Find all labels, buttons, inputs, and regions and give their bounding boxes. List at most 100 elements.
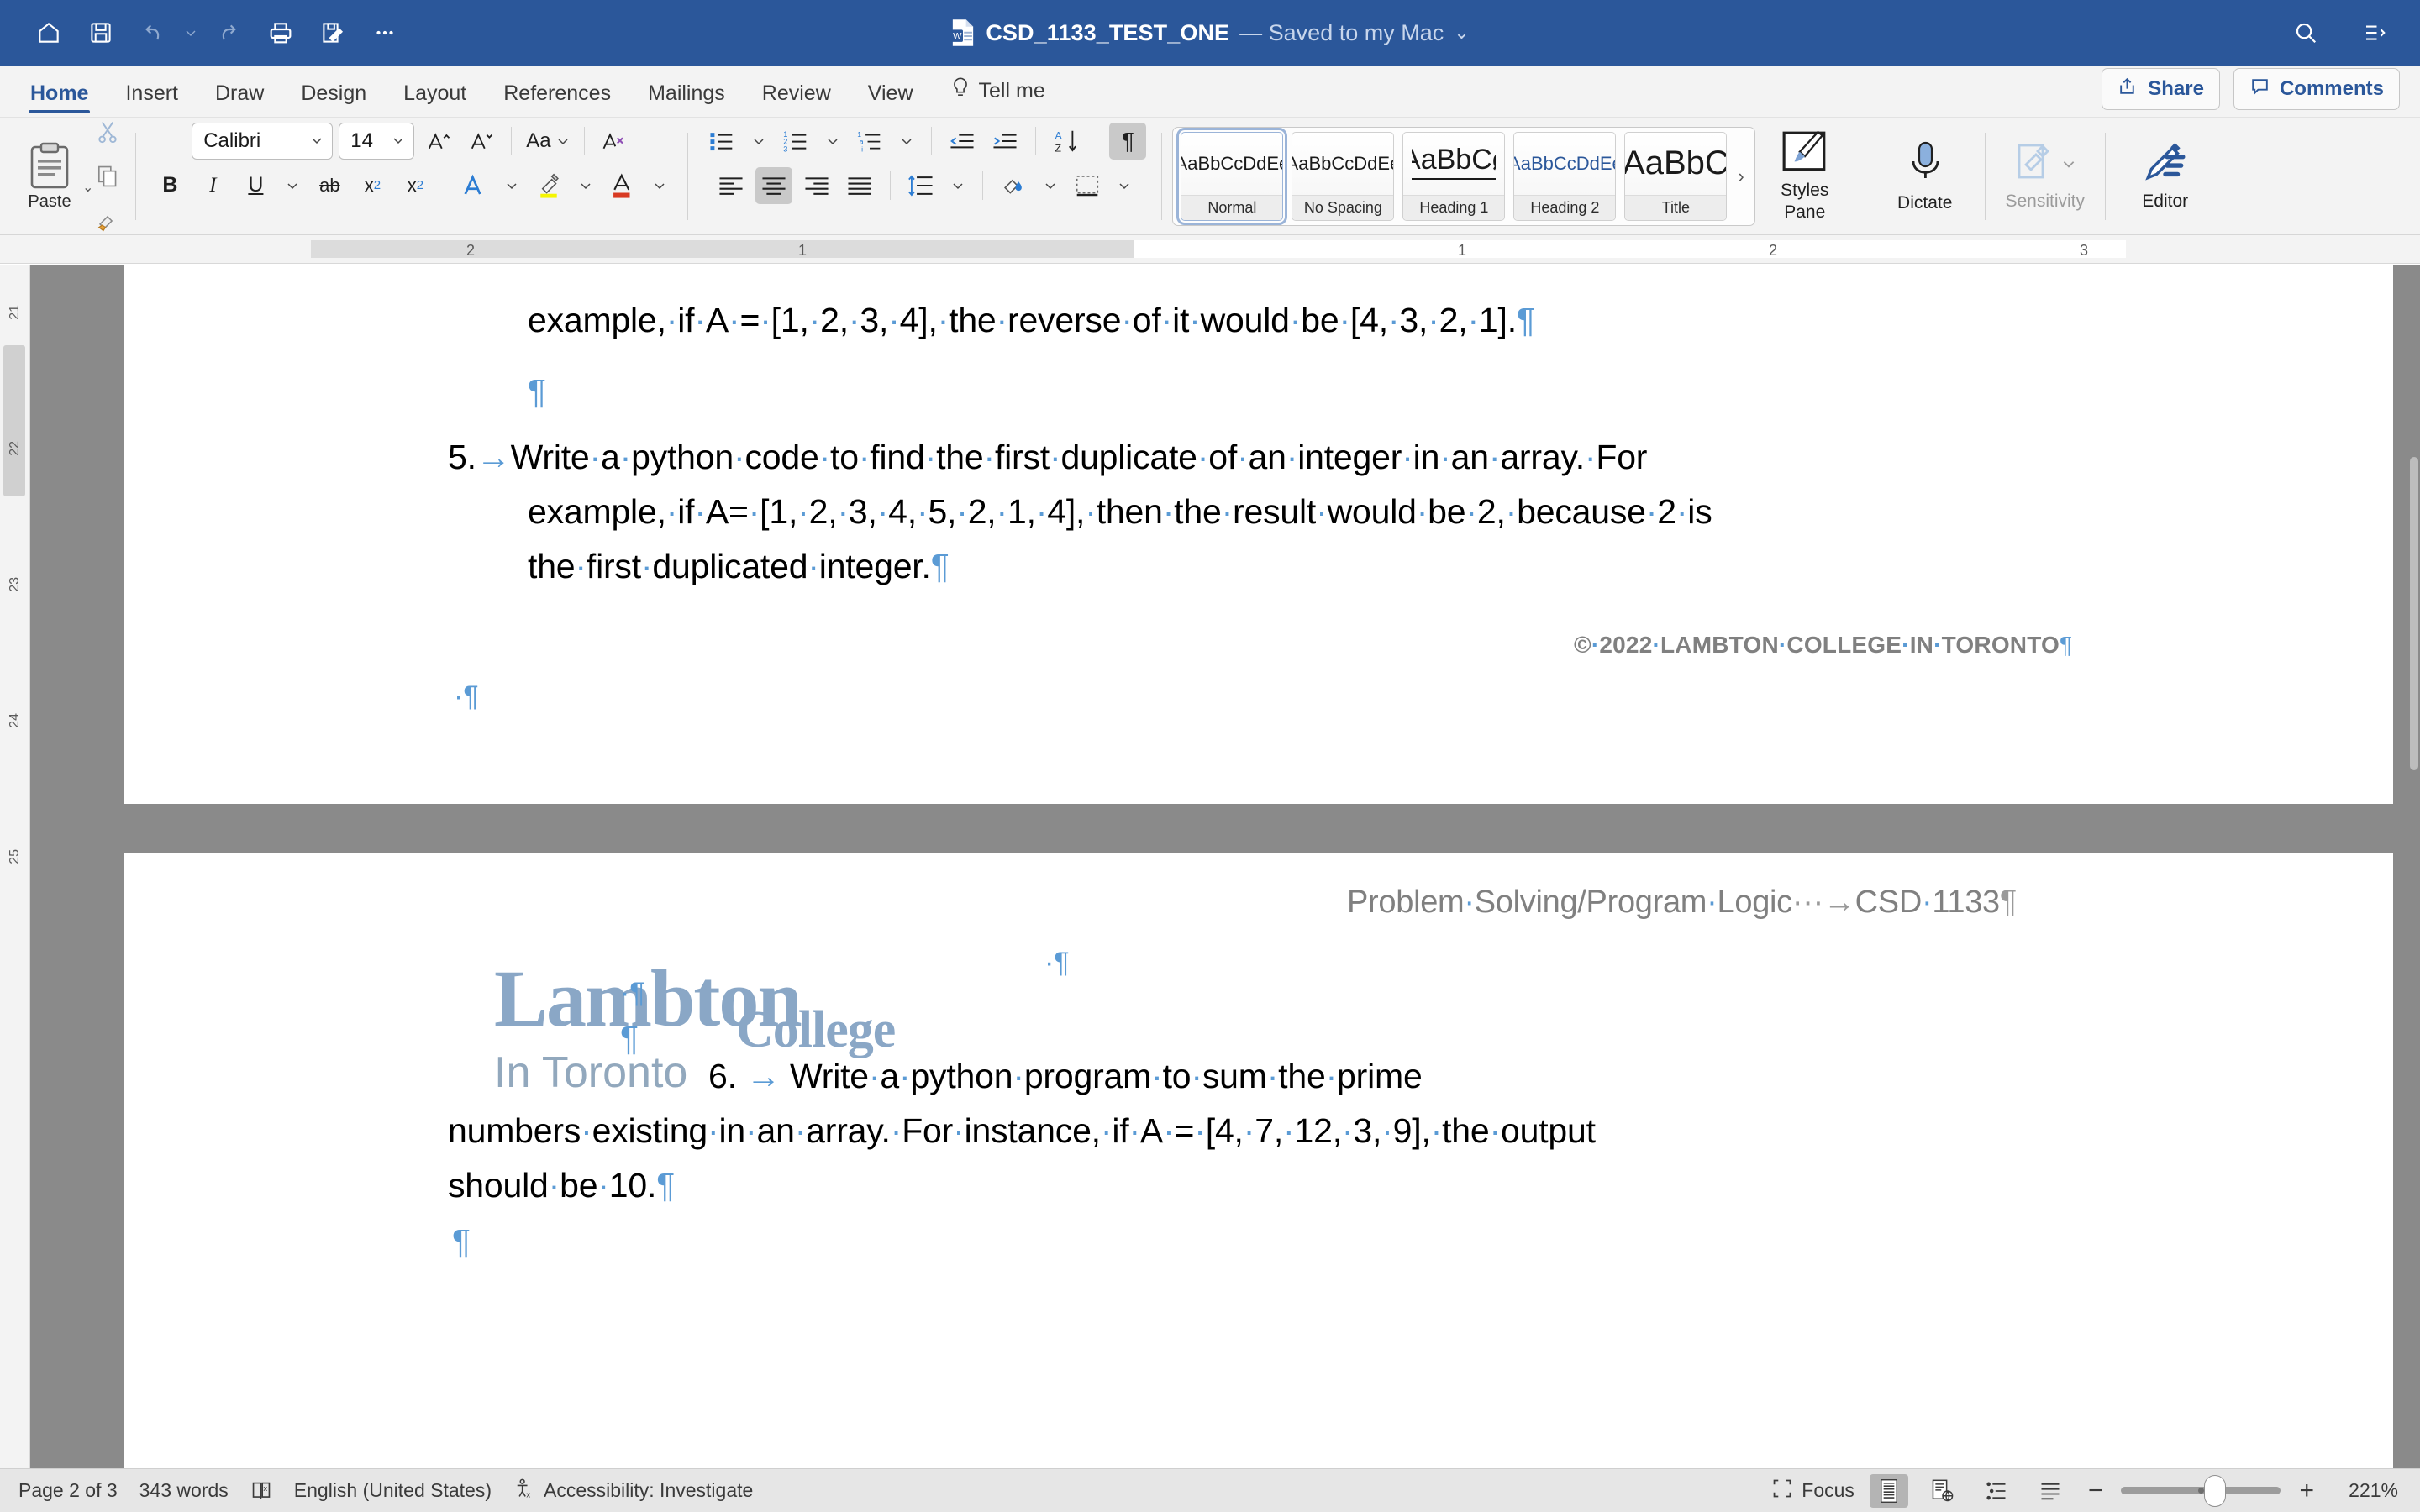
borders-dropdown-icon[interactable] [1112, 167, 1137, 204]
styles-gallery-more-icon[interactable]: › [1731, 165, 1750, 187]
decrease-indent-button[interactable] [944, 123, 981, 160]
shading-dropdown-icon[interactable] [1038, 167, 1063, 204]
line-spacing-button[interactable] [902, 167, 939, 204]
tab-mailings[interactable]: Mailings [629, 81, 744, 117]
tab-draw[interactable]: Draw [197, 81, 282, 117]
line-spacing-dropdown-icon[interactable] [945, 167, 971, 204]
text-effects-dropdown-icon[interactable] [499, 167, 524, 204]
list-item-6-line3[interactable]: should·be·10.¶ [448, 1167, 675, 1204]
font-name-combo[interactable]: Calibri [192, 122, 334, 160]
vertical-scrollbar[interactable] [2408, 265, 2420, 1468]
numbered-list-dropdown-icon[interactable] [820, 123, 845, 160]
empty-paragraph-mark[interactable]: ¶ [528, 372, 546, 412]
cut-icon[interactable] [95, 113, 120, 150]
superscript-button[interactable]: x2 [397, 167, 434, 204]
underline-dropdown-icon[interactable] [280, 167, 305, 204]
floating-paragraph-mark[interactable]: ·¶ [1044, 947, 1070, 979]
style-no-spacing[interactable]: AaBbCcDdEe No Spacing [1292, 131, 1395, 221]
list-item-5[interactable]: 5.→Write·a·python·code·to·find·the·first… [448, 438, 1647, 475]
increase-indent-button[interactable] [986, 123, 1023, 160]
underline-button[interactable]: U [237, 167, 274, 204]
copy-icon[interactable] [95, 158, 120, 195]
change-case-button[interactable]: Aa [523, 123, 572, 160]
tab-tell-me[interactable]: Tell me [932, 76, 1064, 117]
paste-dropdown-icon[interactable]: ⌄ [82, 179, 93, 196]
page-indicator[interactable]: Page 2 of 3 [18, 1479, 118, 1502]
outline-view-button[interactable] [1977, 1474, 2016, 1508]
zoom-slider[interactable] [2121, 1474, 2281, 1508]
accessibility-status[interactable]: x Accessibility: Investigate [513, 1478, 753, 1504]
tab-references[interactable]: References [485, 81, 629, 117]
multilevel-list-dropdown-icon[interactable] [894, 123, 919, 160]
justify-button[interactable] [841, 167, 878, 204]
page-3[interactable]: Problem·Solving/Program·Logic···→CSD·113… [124, 853, 2393, 1468]
sensitivity-button[interactable]: Sensitivity [1996, 127, 2095, 226]
zoom-thumb[interactable] [2204, 1474, 2227, 1507]
document-canvas[interactable]: 21 22 23 24 25 example,·if·A·=·[1,·2,·3,… [0, 265, 2420, 1468]
italic-button[interactable]: I [194, 167, 231, 204]
tab-layout[interactable]: Layout [385, 81, 485, 117]
editor-button[interactable]: Editor [2116, 127, 2215, 226]
align-center-button[interactable] [755, 166, 793, 204]
align-left-button[interactable] [713, 167, 750, 204]
font-color-dropdown-icon[interactable] [647, 167, 672, 204]
format-painter-icon[interactable] [95, 202, 120, 239]
print-layout-view-button[interactable] [1869, 1473, 1908, 1508]
tab-insert[interactable]: Insert [107, 81, 197, 117]
comments-button[interactable]: Comments [2233, 68, 2400, 110]
trailing-paragraph-mark[interactable]: ·¶ [454, 680, 479, 713]
bullet-list-dropdown-icon[interactable] [746, 123, 771, 160]
share-button[interactable]: Share [2102, 68, 2220, 110]
trailing-paragraph-mark[interactable]: ¶ [452, 1222, 471, 1262]
bullet-list-button[interactable] [703, 123, 740, 160]
zoom-level[interactable]: 221% [2333, 1479, 2398, 1502]
language-indicator[interactable]: English (United States) [294, 1479, 492, 1502]
save-as-icon[interactable] [309, 9, 356, 56]
ribbon-display-options-icon[interactable] [2351, 9, 2398, 56]
font-size-combo[interactable]: 14 [339, 122, 415, 160]
page-header[interactable]: Problem·Solving/Program·Logic···→CSD·113… [1347, 885, 2017, 921]
zoom-in-button[interactable]: + [2296, 1477, 2317, 1505]
focus-button[interactable]: Focus [1771, 1478, 1854, 1504]
tab-home[interactable]: Home [12, 81, 107, 117]
paragraph-line[interactable]: example,·if·A·=·[1,·2,·3,·4],·the·revers… [528, 302, 1535, 339]
borders-button[interactable] [1069, 167, 1106, 204]
undo-icon[interactable] [129, 9, 176, 56]
multilevel-list-button[interactable]: 1 a i [851, 123, 888, 160]
sort-button[interactable]: A Z [1048, 123, 1085, 160]
align-right-button[interactable] [798, 167, 835, 204]
tab-design[interactable]: Design [282, 81, 385, 117]
shading-button[interactable] [995, 167, 1032, 204]
logo-side-paragraph-mark[interactable]: ·¶ [620, 977, 645, 1010]
font-color-button[interactable] [604, 167, 641, 204]
home-icon[interactable] [25, 9, 72, 56]
grow-font-button[interactable] [420, 123, 457, 160]
page-2[interactable]: example,·if·A·=·[1,·2,·3,·4],·the·revers… [124, 265, 2393, 804]
numbered-list-button[interactable]: 1 2 3 [777, 123, 814, 160]
list-item-6[interactable]: 6. → Write·a·python·program·to·sum·the·p… [708, 1058, 1423, 1095]
text-effects-button[interactable] [456, 167, 493, 204]
strikethrough-button[interactable]: ab [311, 167, 348, 204]
highlight-dropdown-icon[interactable] [573, 167, 598, 204]
shrink-font-button[interactable] [463, 123, 500, 160]
redo-icon[interactable] [205, 9, 252, 56]
dictate-button[interactable]: Dictate [1876, 127, 1975, 226]
proofing-icon[interactable]: x [250, 1480, 272, 1502]
clear-formatting-button[interactable] [596, 123, 633, 160]
save-icon[interactable] [77, 9, 124, 56]
style-heading-1[interactable]: AaBbCɕ Heading 1 [1402, 131, 1506, 221]
paste-button[interactable]: Paste [13, 141, 86, 212]
web-layout-view-button[interactable] [1923, 1474, 1962, 1508]
styles-pane-button[interactable]: Styles Pane [1755, 127, 1854, 226]
zoom-out-button[interactable]: − [2085, 1477, 2107, 1505]
print-icon[interactable] [257, 9, 304, 56]
subscript-button[interactable]: x2 [354, 167, 391, 204]
horizontal-ruler[interactable]: 2 1 1 2 3 [0, 235, 2420, 264]
tab-view[interactable]: View [850, 81, 932, 117]
list-item-5-line3[interactable]: the·first·duplicated·integer.¶ [528, 548, 950, 585]
list-item-6-line2[interactable]: numbers·existing·in·an·array.·For·instan… [448, 1112, 1596, 1149]
draft-view-button[interactable] [2031, 1474, 2070, 1508]
style-normal[interactable]: AaBbCcDdEe Normal [1176, 127, 1288, 225]
search-icon[interactable] [2282, 9, 2329, 56]
undo-dropdown-icon[interactable] [182, 9, 200, 56]
